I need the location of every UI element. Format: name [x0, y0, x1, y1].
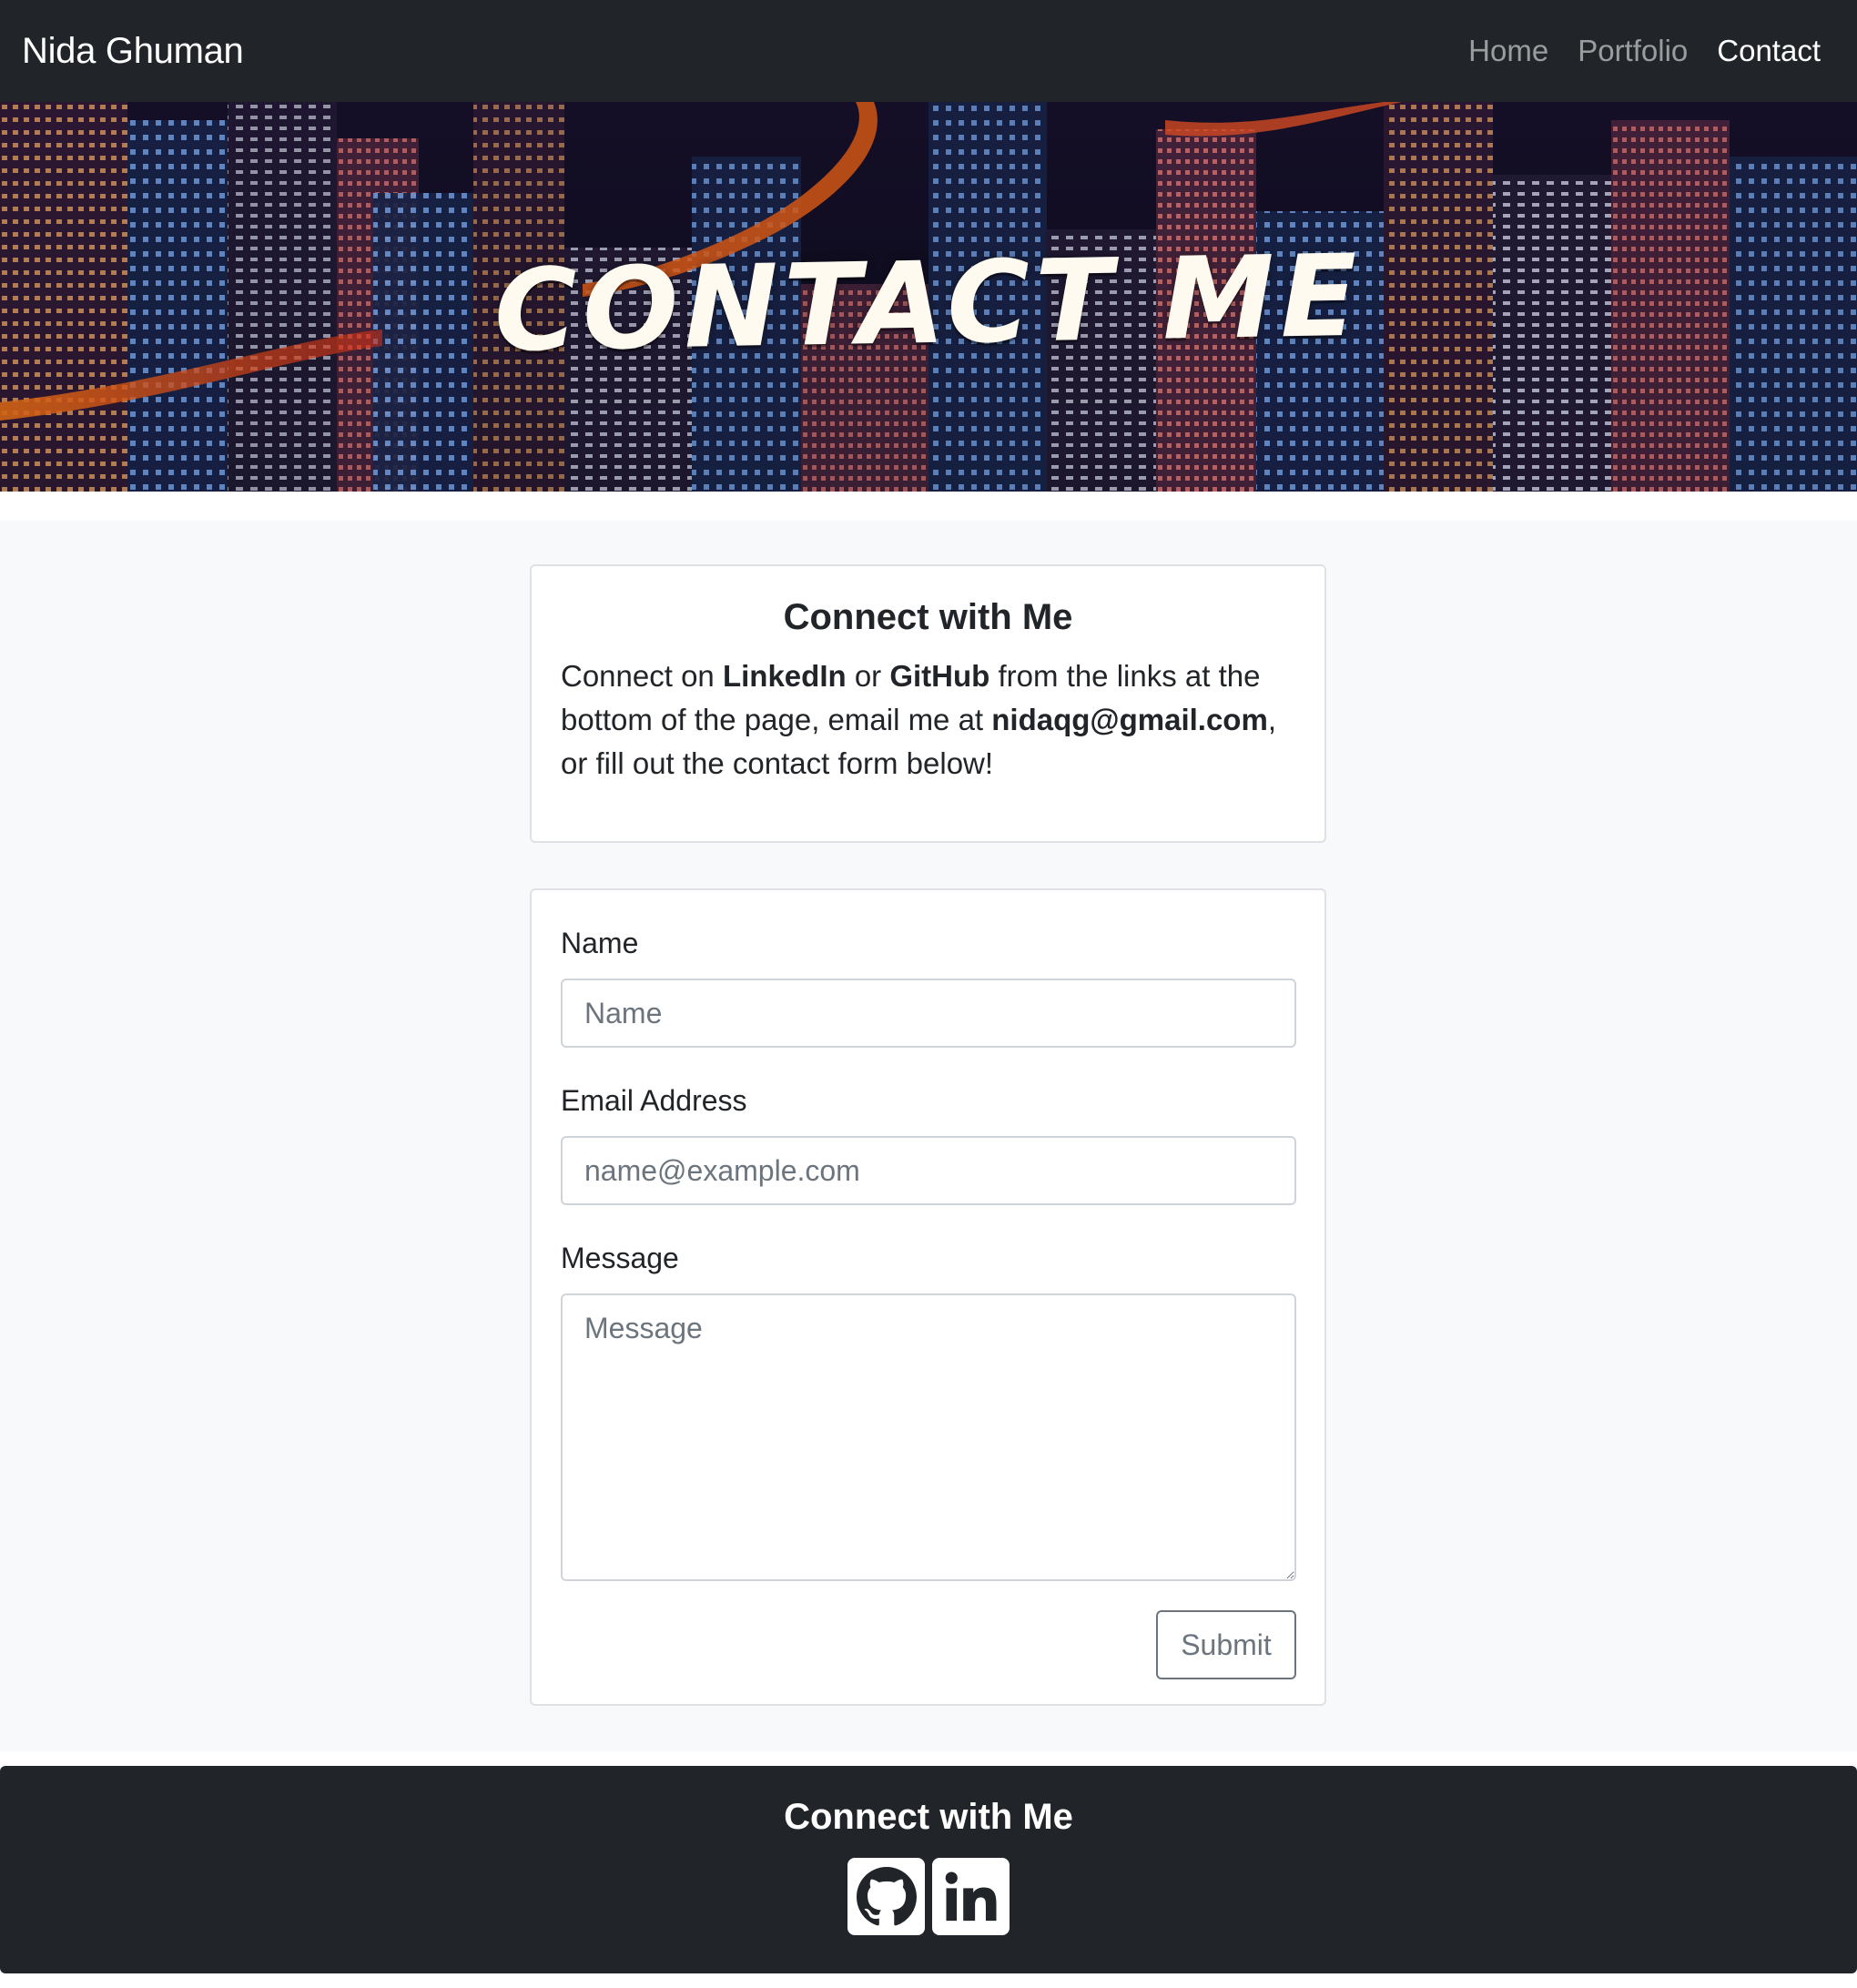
email-address: nidaqg@gmail.com	[991, 703, 1268, 736]
submit-button[interactable]: Submit	[1156, 1610, 1296, 1679]
nav-link-home[interactable]: Home	[1468, 34, 1548, 68]
navbar: Nida Ghuman Home Portfolio Contact	[0, 0, 1857, 102]
email-label: Email Address	[561, 1084, 747, 1117]
brand-link[interactable]: Nida Ghuman	[22, 31, 244, 72]
main-content: Connect with Me Connect on LinkedIn or G…	[0, 521, 1857, 1751]
social-links	[0, 1858, 1857, 1935]
github-mention: GitHub	[889, 659, 990, 693]
name-label: Name	[561, 927, 639, 959]
linkedin-icon	[945, 1871, 996, 1921]
github-icon	[856, 1866, 917, 1925]
submit-row: Submit	[561, 1610, 1296, 1679]
github-link[interactable]	[847, 1858, 925, 1935]
nav-link-contact[interactable]: Contact	[1717, 34, 1821, 68]
message-textarea[interactable]	[561, 1293, 1296, 1581]
linkedin-link[interactable]	[932, 1858, 1010, 1935]
intro-text-part: or	[846, 659, 890, 693]
contact-form-card: Name Email Address Message Submit	[530, 888, 1326, 1706]
hero-banner: CONTACT ME	[0, 102, 1857, 492]
name-input[interactable]	[561, 979, 1296, 1048]
nav-links: Home Portfolio Contact	[1468, 34, 1821, 68]
intro-card: Connect with Me Connect on LinkedIn or G…	[530, 564, 1326, 843]
contact-form: Name Email Address Message Submit	[561, 927, 1296, 1679]
intro-text-part: Connect on	[561, 659, 723, 693]
message-label: Message	[561, 1242, 679, 1274]
nav-link-portfolio[interactable]: Portfolio	[1578, 34, 1688, 68]
footer: Connect with Me	[0, 1766, 1857, 1973]
intro-title: Connect with Me	[783, 597, 1073, 637]
intro-text: Connect on LinkedIn or GitHub from the l…	[561, 654, 1295, 786]
footer-title: Connect with Me	[784, 1797, 1073, 1837]
email-input[interactable]	[561, 1136, 1296, 1205]
linkedin-mention: LinkedIn	[722, 659, 847, 693]
